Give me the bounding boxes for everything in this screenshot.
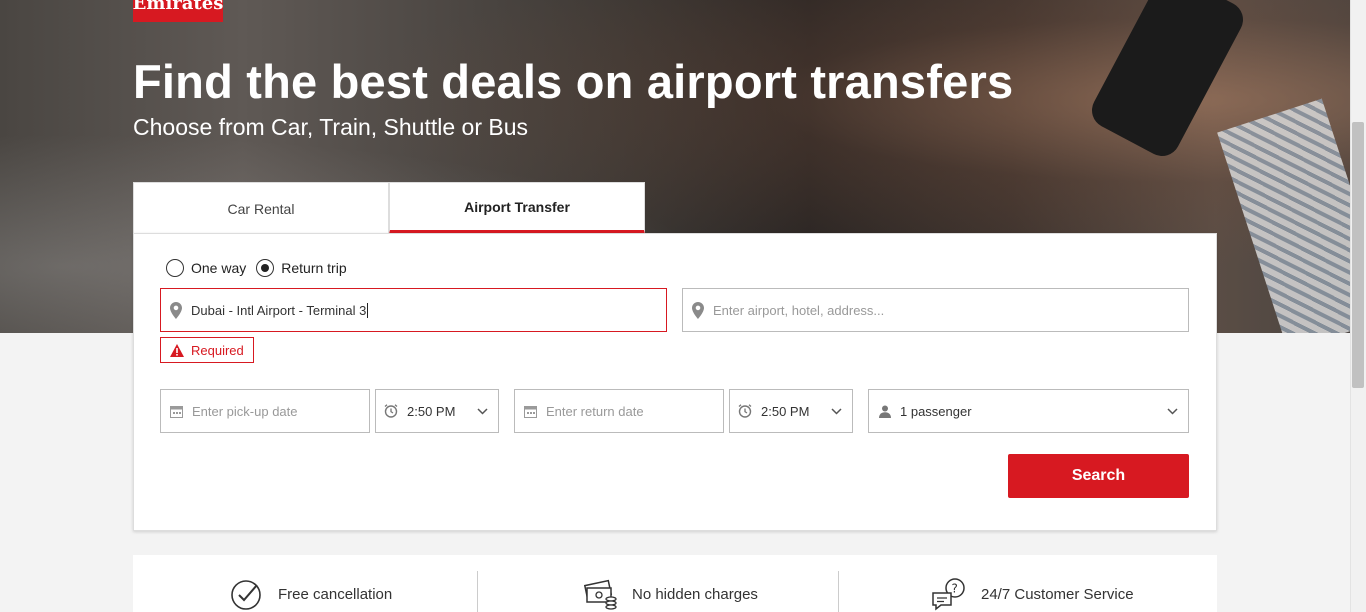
passengers-select[interactable]: 1 passenger <box>868 389 1189 433</box>
pickup-time-value: 2:50 PM <box>407 403 456 419</box>
dropoff-location-placeholder: Enter airport, hotel, address... <box>713 302 885 318</box>
feature-free-cancellation: Free cancellation <box>230 577 392 611</box>
check-circle-icon <box>230 577 264 611</box>
return-time-value: 2:50 PM <box>761 403 810 419</box>
required-error-badge: Required <box>160 337 254 363</box>
radio-one-way[interactable]: One way <box>166 259 246 277</box>
page-scrollbar-thumb[interactable] <box>1352 122 1364 388</box>
svg-text:?: ? <box>952 582 958 596</box>
feature-label: Free cancellation <box>278 585 393 603</box>
pickup-location-value: Dubai - Intl Airport - Terminal 3 <box>191 302 367 318</box>
search-panel: One way Return trip Dubai - Intl Airport… <box>133 233 1217 531</box>
brand-logo[interactable]: Emirates <box>133 0 223 22</box>
radio-label: Return trip <box>281 260 347 276</box>
location-pin-icon <box>691 301 705 319</box>
feature-customer-service: ? 24/7 Customer Service <box>931 577 1134 611</box>
pickup-time-select[interactable]: 2:50 PM <box>375 389 499 433</box>
chevron-down-icon <box>477 407 488 415</box>
pickup-location-input[interactable]: Dubai - Intl Airport - Terminal 3 <box>160 288 667 332</box>
passengers-value: 1 passenger <box>900 403 972 419</box>
tab-label: Car Rental <box>227 200 295 217</box>
person-icon <box>878 405 892 418</box>
clock-icon <box>384 404 398 418</box>
location-pin-icon <box>169 301 183 319</box>
clock-icon <box>738 404 752 418</box>
calendar-icon <box>169 405 183 418</box>
text-cursor <box>367 302 369 318</box>
feature-label: No hidden charges <box>632 585 758 603</box>
feature-divider <box>477 571 478 612</box>
feature-no-hidden-charges: No hidden charges <box>584 577 758 611</box>
calendar-icon <box>523 405 537 418</box>
radio-button[interactable] <box>166 259 184 277</box>
pickup-date-input[interactable]: Enter pick-up date <box>160 389 370 433</box>
trip-type-radios: One way Return trip <box>166 259 349 277</box>
brand-logo-text: Emirates <box>132 0 224 14</box>
tab-car-rental[interactable]: Car Rental <box>133 182 389 234</box>
radio-return-trip[interactable]: Return trip <box>256 259 347 277</box>
page-title: Find the best deals on airport transfers <box>133 55 1014 108</box>
feature-label: 24/7 Customer Service <box>981 585 1134 603</box>
radio-label: One way <box>191 260 247 276</box>
chevron-down-icon <box>831 407 842 415</box>
tab-label: Airport Transfer <box>464 198 570 215</box>
page-subtitle: Choose from Car, Train, Shuttle or Bus <box>133 114 529 140</box>
pickup-date-placeholder: Enter pick-up date <box>192 403 298 419</box>
search-button[interactable]: Search <box>1008 454 1189 498</box>
return-date-input[interactable]: Enter return date <box>514 389 724 433</box>
search-tabs: Car Rental Airport Transfer <box>133 182 645 234</box>
chevron-down-icon <box>1167 407 1178 415</box>
return-date-placeholder: Enter return date <box>546 403 644 419</box>
chat-support-icon: ? <box>931 577 967 611</box>
return-time-select[interactable]: 2:50 PM <box>729 389 853 433</box>
radio-button[interactable] <box>256 259 275 277</box>
tab-airport-transfer[interactable]: Airport Transfer <box>389 182 645 234</box>
dropoff-location-input[interactable]: Enter airport, hotel, address... <box>682 288 1189 332</box>
features-strip: Free cancellation No hidden charges ? 24… <box>133 555 1217 612</box>
warning-icon <box>170 343 184 357</box>
feature-divider <box>838 571 839 612</box>
money-icon <box>584 577 618 611</box>
required-error-text: Required <box>191 342 244 358</box>
